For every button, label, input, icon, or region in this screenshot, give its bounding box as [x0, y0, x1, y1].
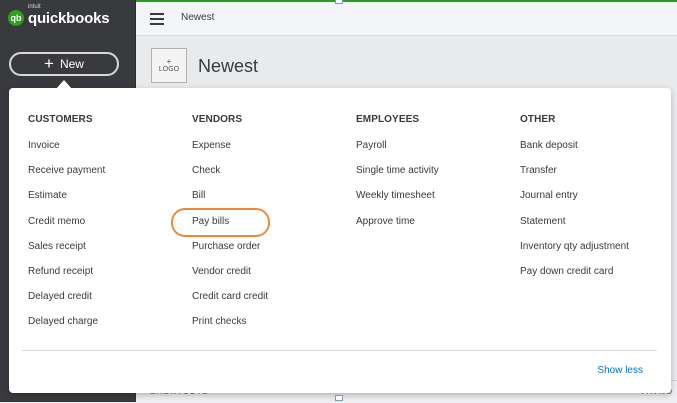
new-button-label: New: [59, 57, 84, 71]
menu-caret: [56, 80, 72, 89]
menu-item-credit-memo[interactable]: Credit memo: [28, 215, 105, 240]
menu-item-approve-time[interactable]: Approve time: [356, 215, 439, 240]
selection-handle: [335, 0, 343, 4]
column-heading: OTHER: [520, 114, 556, 125]
menu-item-vendor-credit[interactable]: Vendor credit: [192, 265, 268, 290]
quickbooks-logo-icon: qb: [8, 9, 24, 26]
selection-handle: [335, 395, 343, 401]
menu-item-payroll[interactable]: Payroll: [356, 139, 439, 164]
hamburger-menu-icon[interactable]: [150, 13, 164, 25]
brand-wordmark: intuit quickbooks: [28, 4, 110, 27]
menu-item-refund-receipt[interactable]: Refund receipt: [28, 265, 105, 290]
menu-item-invoice[interactable]: Invoice: [28, 139, 105, 164]
menu-item-single-time-activity[interactable]: Single time activity: [356, 164, 439, 189]
company-logo-placeholder[interactable]: + LOGO: [151, 48, 187, 83]
logo-plus-icon: +: [166, 57, 172, 66]
menu-item-receive-payment[interactable]: Receive payment: [28, 164, 105, 189]
top-bar: Newest: [136, 0, 677, 36]
menu-item-transfer[interactable]: Transfer: [520, 164, 629, 189]
menu-column-other: OTHER Bank deposit Transfer Journal entr…: [520, 114, 629, 290]
new-dropdown-menu: CUSTOMERS Invoice Receive payment Estima…: [9, 88, 671, 393]
menu-item-statement[interactable]: Statement: [520, 215, 629, 240]
menu-column-employees: EMPLOYEES Payroll Single time activity W…: [356, 114, 439, 240]
brand-intuit-label: intuit: [28, 4, 41, 10]
topbar-company-title: Newest: [181, 12, 215, 23]
menu-item-expense[interactable]: Expense: [192, 139, 268, 164]
menu-item-estimate[interactable]: Estimate: [28, 189, 105, 214]
menu-item-pay-down-credit-card[interactable]: Pay down credit card: [520, 265, 629, 290]
plus-icon: +: [44, 53, 54, 73]
menu-item-sales-receipt[interactable]: Sales receipt: [28, 240, 105, 265]
column-heading: EMPLOYEES: [356, 114, 420, 125]
company-name: Newest: [198, 56, 259, 76]
brand-name: quickbooks: [28, 10, 110, 27]
menu-item-purchase-order[interactable]: Purchase order: [192, 240, 268, 265]
menu-divider: [22, 350, 657, 351]
column-heading: VENDORS: [192, 114, 243, 125]
pay-bills-highlight-annotation: [171, 208, 270, 237]
new-button[interactable]: + New: [9, 52, 119, 76]
company-header: + LOGO Newest: [136, 36, 677, 96]
menu-item-check[interactable]: Check: [192, 164, 268, 189]
column-heading: CUSTOMERS: [28, 114, 93, 125]
logo-label: LOGO: [158, 66, 180, 73]
menu-item-delayed-charge[interactable]: Delayed charge: [28, 315, 105, 340]
menu-column-customers: CUSTOMERS Invoice Receive payment Estima…: [28, 114, 105, 341]
show-less-link[interactable]: Show less: [597, 365, 643, 376]
menu-item-print-checks[interactable]: Print checks: [192, 315, 268, 340]
menu-item-bank-deposit[interactable]: Bank deposit: [520, 139, 629, 164]
menu-item-credit-card-credit[interactable]: Credit card credit: [192, 290, 268, 315]
brand[interactable]: qb intuit quickbooks: [8, 4, 110, 27]
menu-item-weekly-timesheet[interactable]: Weekly timesheet: [356, 189, 439, 214]
menu-item-delayed-credit[interactable]: Delayed credit: [28, 290, 105, 315]
menu-item-inventory-qty-adjustment[interactable]: Inventory qty adjustment: [520, 240, 629, 265]
menu-item-journal-entry[interactable]: Journal entry: [520, 189, 629, 214]
